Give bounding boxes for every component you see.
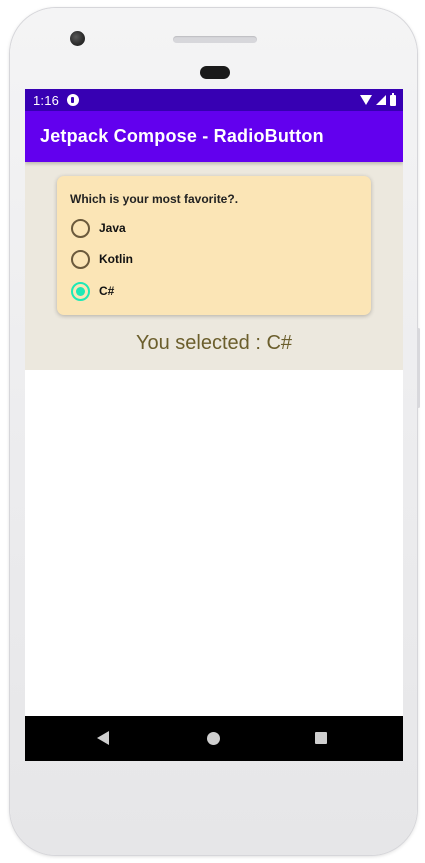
back-icon[interactable]	[97, 731, 109, 745]
option-kotlin[interactable]: Kotlin	[71, 248, 133, 270]
radio-button-java[interactable]	[71, 218, 90, 238]
proximity-sensor	[200, 66, 230, 79]
radio-button-kotlin[interactable]	[71, 249, 90, 269]
navigation-bar	[25, 716, 403, 761]
app-title: Jetpack Compose - RadioButton	[40, 126, 324, 146]
option-label-java: Java	[99, 221, 126, 235]
battery-icon	[390, 92, 396, 106]
status-time: 1:16	[33, 93, 60, 108]
phone-side-button	[417, 328, 420, 408]
app-bar: Jetpack Compose - RadioButton	[25, 111, 403, 162]
home-icon[interactable]	[207, 732, 220, 745]
status-bar: 1:16	[25, 89, 403, 111]
signal-icon	[376, 95, 386, 105]
wifi-icon	[360, 95, 372, 105]
empty-content-area	[25, 370, 403, 715]
favorite-card: Which is your most favorite?. Java Kotli…	[57, 176, 371, 315]
option-csharp[interactable]: C#	[71, 280, 114, 302]
option-label-csharp: C#	[99, 284, 115, 298]
recents-icon[interactable]	[315, 732, 327, 744]
card-question: Which is your most favorite?.	[70, 192, 239, 206]
earpiece-speaker	[173, 36, 257, 43]
option-java[interactable]: Java	[71, 217, 126, 239]
status-indicators	[360, 92, 396, 106]
app-notification-icon	[67, 94, 79, 106]
radio-button-csharp[interactable]	[71, 281, 90, 301]
device-screen: 1:16 Jetpack Compose - RadioButton Which…	[25, 89, 403, 761]
radio-selected-dot	[76, 286, 85, 296]
option-label-kotlin: Kotlin	[99, 252, 133, 266]
front-camera	[70, 31, 85, 46]
selected-result-text: You selected : C#	[135, 332, 293, 354]
content-area: Which is your most favorite?. Java Kotli…	[25, 162, 403, 370]
